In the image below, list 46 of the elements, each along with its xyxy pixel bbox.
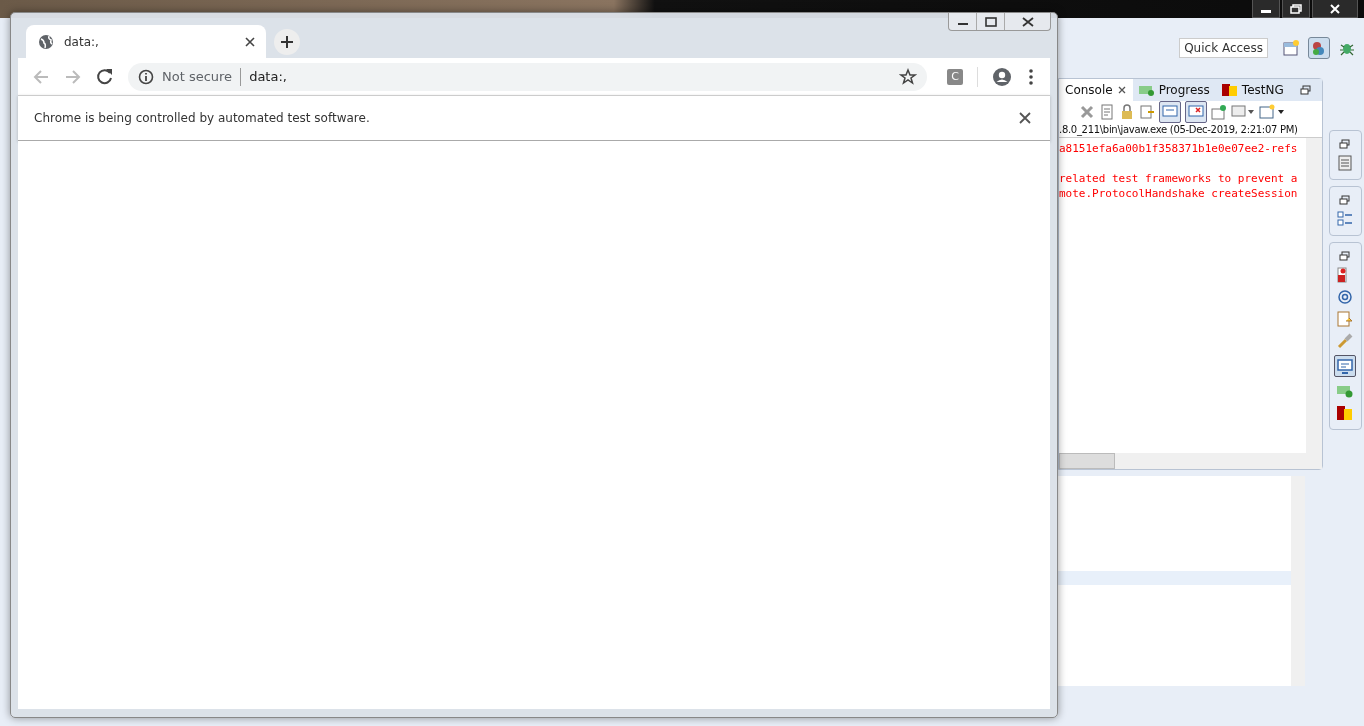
reload-icon[interactable] — [96, 67, 114, 86]
menu-icon[interactable] — [1026, 67, 1036, 86]
star-icon[interactable] — [899, 67, 917, 86]
close-icon[interactable] — [1018, 111, 1032, 125]
restore-icon[interactable] — [1339, 195, 1352, 205]
info-icon[interactable] — [138, 68, 154, 85]
perspective-icon[interactable] — [1282, 39, 1300, 57]
restore-icon[interactable] — [1339, 251, 1352, 261]
minimize-button[interactable] — [1252, 0, 1280, 18]
security-label[interactable]: Not secure — [162, 69, 233, 84]
infobar-message: Chrome is being controlled by automated test software. — [34, 111, 370, 125]
restore-icon[interactable] — [1290, 3, 1302, 14]
url-text: data:, — [249, 69, 288, 84]
close-button[interactable] — [1312, 0, 1358, 18]
process-label: .8.0_211\bin\javaw.exe (05-Dec-2019, 2:21:07 PM) — [1059, 123, 1322, 138]
remove-icon[interactable] — [1079, 104, 1095, 120]
outline-icon[interactable] — [1337, 211, 1354, 227]
lock-icon[interactable] — [1119, 104, 1135, 120]
restore-button[interactable] — [1282, 0, 1310, 18]
close-icon[interactable] — [244, 35, 256, 48]
address-bar[interactable]: Not secure data:, — [128, 62, 927, 91]
vertical-scrollbar[interactable] — [1305, 138, 1322, 453]
progress-icon[interactable] — [1337, 383, 1354, 399]
view-tab[interactable]: TestNG — [1215, 79, 1290, 101]
maximize-icon[interactable] — [984, 16, 997, 27]
quick-access-field[interactable]: Quick Access — [1179, 38, 1268, 58]
document-icon[interactable] — [1139, 104, 1155, 120]
restore-icon[interactable] — [1339, 139, 1352, 149]
restore-icon[interactable] — [1299, 85, 1312, 95]
view-tab[interactable]: Progress — [1132, 79, 1216, 101]
browser-tab[interactable]: data:, — [26, 25, 266, 58]
document-icon[interactable] — [1337, 311, 1354, 327]
progress-icon[interactable] — [1138, 84, 1155, 96]
globe-icon — [38, 33, 54, 50]
profile-icon[interactable] — [992, 66, 1012, 87]
console-line: related test frameworks to prevent a — [1059, 171, 1299, 186]
new-tab-button[interactable] — [274, 29, 300, 55]
extension-button[interactable]: C — [947, 68, 963, 85]
view-tab[interactable]: Console — [1059, 79, 1133, 101]
horizontal-scrollbar[interactable] — [1059, 453, 1322, 469]
close-icon[interactable] — [1021, 16, 1034, 27]
monitor-dropdown-icon[interactable] — [1231, 104, 1255, 120]
plus-icon[interactable] — [280, 35, 294, 49]
close-icon[interactable] — [1116, 85, 1127, 95]
console-line: a8151efa6a00b1f358371b1e0e07ee2-refs — [1059, 141, 1299, 156]
console-line: mote.ProtocolHandshake createSession — [1059, 186, 1299, 201]
